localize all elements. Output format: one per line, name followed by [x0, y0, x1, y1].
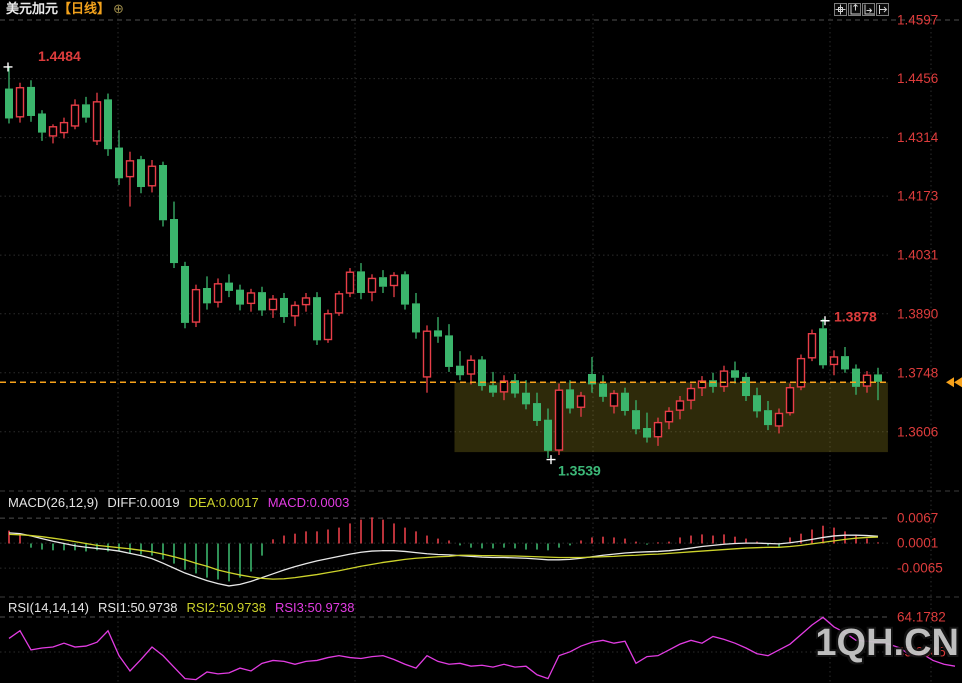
- trading-chart-app: 1.4484 1.3539 1.3878 1.4597 1.4456 1.4314 1.41…: [0, 0, 962, 683]
- price-axis-labels: 1.4597 1.4456 1.4314 1.4173 1.4031 1.3890 1.37…: [897, 13, 939, 440]
- rsi-title: RSI(14,14,14): [8, 600, 89, 615]
- axis-label: 1.3748: [897, 365, 938, 380]
- crosshair-icon: [835, 4, 846, 15]
- extreme-cross-marker: [821, 316, 830, 325]
- rsi-header: RSI(14,14,14) RSI1:50.9738 RSI2:50.9738 RSI…: [8, 600, 354, 615]
- chart-canvas[interactable]: 1.4484 1.3539 1.3878 1.4597 1.4456 1.4314 1.41…: [0, 0, 962, 683]
- macd-dea-value: DEA:0.0017: [189, 495, 259, 510]
- crosshair-move-button[interactable]: [834, 3, 847, 16]
- scale-x-axis-icon: [863, 4, 874, 15]
- axis-label: 1.4031: [897, 248, 938, 263]
- scale-y-axis-button[interactable]: [848, 3, 861, 16]
- axis-label: 1.3890: [897, 306, 938, 321]
- axis-label: 0.0001: [897, 536, 938, 551]
- axis-label: 1.3606: [897, 424, 938, 439]
- pan-to-latest-button[interactable]: [876, 3, 889, 16]
- axis-label: 1.4456: [897, 71, 938, 86]
- rsi2-value: RSI2:50.9738: [186, 600, 266, 615]
- macd-title: MACD(26,12,9): [8, 495, 98, 510]
- axis-label: 1.4173: [897, 189, 938, 204]
- axis-label: -0.0065: [897, 561, 943, 576]
- period-label: 【日线】: [58, 1, 110, 16]
- macd-diff-value: DIFF:0.0019: [107, 495, 179, 510]
- add-indicator-icon[interactable]: ⊕: [113, 1, 124, 16]
- chart-title-bar: 美元加元【日线】⊕: [6, 1, 124, 17]
- macd-macd-value: MACD:0.0003: [268, 495, 350, 510]
- axis-label: 1.4314: [897, 130, 939, 145]
- scale-x-axis-button[interactable]: [862, 3, 875, 16]
- axis-label: 1.4597: [897, 13, 938, 28]
- price-tag-icon: [946, 377, 954, 387]
- gridlines-layer: [0, 14, 962, 683]
- rsi3-value: RSI3:50.9738: [275, 600, 355, 615]
- rsi1-value: RSI1:50.9738: [98, 600, 178, 615]
- watermark: 1QH.CN: [815, 622, 959, 665]
- symbol-name: 美元加元: [6, 1, 58, 16]
- axis-label: 1.4484: [38, 48, 81, 64]
- macd-layer: 0.0067 0.0001 -0.0065: [9, 511, 943, 586]
- macd-header: MACD(26,12,9) DIFF:0.0019 DEA:0.0017 MACD:0…: [8, 495, 349, 510]
- pan-right-icon: [877, 4, 888, 15]
- axis-label: 1.3539: [558, 463, 601, 479]
- scale-y-axis-icon: [849, 4, 860, 15]
- axis-label: 0.0067: [897, 511, 938, 526]
- extreme-cross-marker: [4, 62, 13, 71]
- axis-label: 1.3878: [834, 309, 877, 325]
- price-tag-icon: [954, 377, 962, 387]
- chart-toolbar: [834, 3, 889, 16]
- rsi-layer: 64.178245.9045: [9, 610, 955, 680]
